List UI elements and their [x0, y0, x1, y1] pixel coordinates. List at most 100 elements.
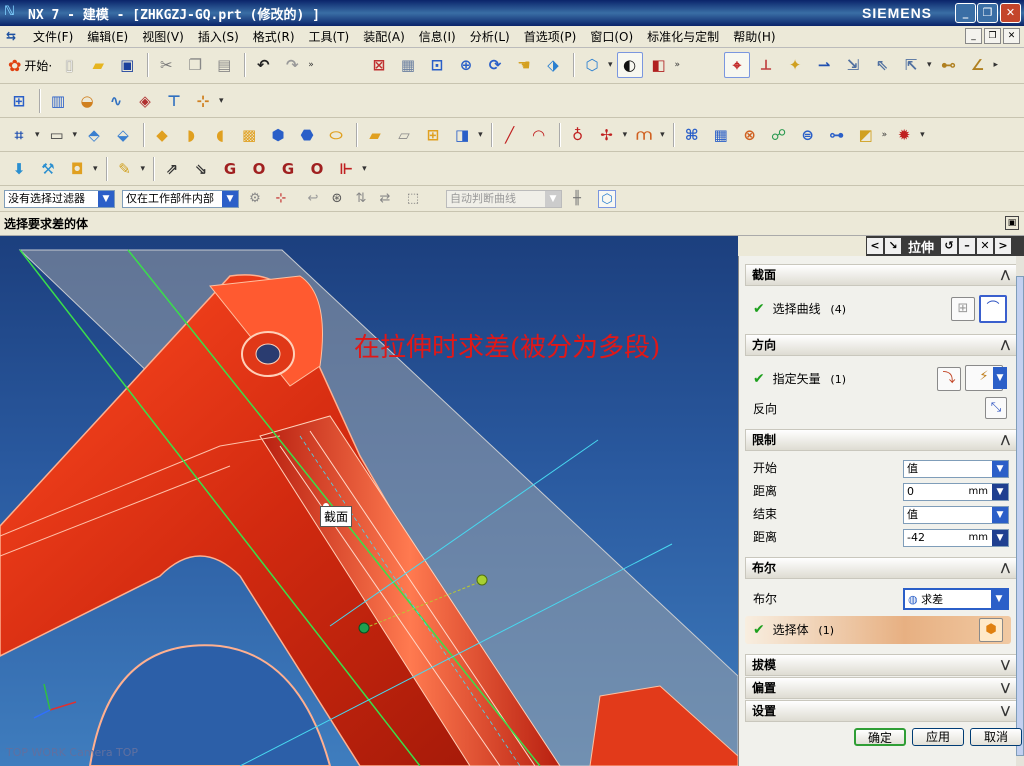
menu-window[interactable]: 窗口(O) — [583, 28, 640, 45]
bounded-plane-icon[interactable]: ☍ — [766, 122, 792, 148]
datum-csys-icon[interactable]: ⟂ — [753, 52, 779, 78]
end-distance-input[interactable]: -42 mm ▼ — [903, 529, 1009, 547]
line-icon[interactable]: ╱ — [497, 122, 523, 148]
dropdown-arrow-icon[interactable]: ▾ — [141, 164, 146, 174]
dialog-minimize-icon[interactable]: – — [959, 238, 976, 254]
menu-insert[interactable]: 插入(S) — [191, 28, 246, 45]
dialog-scrollbar[interactable] — [1016, 256, 1024, 766]
start-handle-icon[interactable] — [358, 622, 370, 634]
chamfer-icon[interactable]: ◖ — [207, 122, 233, 148]
book-icon[interactable]: ▥ — [45, 88, 71, 114]
limits-group-header[interactable]: 限制 ⋀ — [745, 429, 1017, 451]
through-curves-icon[interactable]: ⌘ — [679, 122, 705, 148]
rectangle-select-icon[interactable]: ⬚ — [404, 190, 422, 208]
settings-group-header[interactable]: 设置 ⋁ — [745, 700, 1017, 722]
mdi-minimize-button[interactable]: _ — [965, 28, 982, 44]
menu-preferences[interactable]: 首选项(P) — [517, 28, 584, 45]
pan-icon[interactable]: ☚ — [511, 52, 537, 78]
component-icon[interactable]: ⊹ — [190, 88, 216, 114]
move-face-icon[interactable]: ⇗ — [159, 156, 185, 182]
hammer-icon[interactable]: ⚒ — [35, 156, 61, 182]
select-feature-icon[interactable]: ⊛ — [328, 190, 346, 208]
select-curve-row[interactable]: ✔ 选择曲线 (4) — [745, 298, 1017, 320]
paste-icon[interactable]: ▤ — [211, 52, 237, 78]
toolbar-more-icon[interactable]: » — [675, 60, 681, 70]
arrow-icon[interactable]: ↘ — [885, 238, 901, 254]
edit-feature-icon[interactable]: ⬇ — [6, 156, 32, 182]
filter-settings-icon[interactable]: ⚙ — [246, 190, 264, 208]
pad-icon[interactable]: ▰ — [362, 122, 388, 148]
rotate-icon[interactable]: ⟳ — [482, 52, 508, 78]
mesh-surface-icon[interactable]: ▦ — [708, 122, 734, 148]
open-folder-icon[interactable]: ▰ — [85, 52, 111, 78]
menu-help[interactable]: 帮助(H) — [726, 28, 782, 45]
start-option-select[interactable]: 值 ▼ — [903, 460, 1009, 478]
replace-feature-icon[interactable]: ◘ — [64, 156, 90, 182]
zoom-area-icon[interactable]: ⊡ — [424, 52, 450, 78]
menu-edit[interactable]: 编辑(E) — [80, 28, 135, 45]
redo-icon[interactable]: ↷ — [279, 52, 305, 78]
dropdown-arrow-icon[interactable]: ▾ — [35, 130, 40, 140]
dropdown-arrow-icon[interactable]: ▾ — [219, 96, 224, 106]
dropdown-arrow-icon[interactable]: ▾ — [608, 60, 613, 70]
synchronous-os-icon[interactable]: O — [246, 156, 272, 182]
dropdown-arrow-icon[interactable]: ▾ — [920, 130, 925, 140]
revolve-icon[interactable]: ⬙ — [110, 122, 136, 148]
orient-view-icon[interactable]: ⬡ — [579, 52, 605, 78]
pointer-icon[interactable]: ⇖ — [869, 52, 895, 78]
select-face-icon[interactable]: ⇅ — [352, 190, 370, 208]
cancel-button[interactable]: 取消 — [970, 728, 1022, 746]
menu-analysis[interactable]: 分析(L) — [463, 28, 517, 45]
pattern-icon[interactable]: ⊞ — [420, 122, 446, 148]
minimize-button[interactable]: _ — [955, 3, 976, 23]
chevron-right-icon[interactable]: > — [995, 238, 1012, 254]
menu-file[interactable]: 文件(F) — [26, 28, 80, 45]
reset-icon[interactable]: ↺ — [941, 238, 958, 254]
restore-button[interactable]: ❐ — [977, 3, 998, 23]
extrude-icon[interactable]: ⬘ — [81, 122, 107, 148]
direction-group-header[interactable]: 方向 ⋀ — [745, 334, 1017, 356]
stop-at-intersection-icon[interactable]: ╫ — [568, 190, 586, 208]
toolbar-more-icon[interactable]: ▾ — [927, 60, 932, 70]
menu-format[interactable]: 格式(R) — [246, 28, 302, 45]
body-icon[interactable]: ⬢ — [979, 618, 1003, 642]
slot-icon[interactable]: ▱ — [391, 122, 417, 148]
start-distance-input[interactable]: 0 mm ▼ — [903, 483, 1009, 501]
chevron-down-icon[interactable]: ▼ — [993, 367, 1007, 389]
type-filter-select[interactable]: 没有选择过滤器 ▼ — [4, 190, 115, 208]
zoom-window-icon[interactable]: ▦ — [395, 52, 421, 78]
sketch-section-icon[interactable]: ⌒ — [979, 295, 1007, 323]
dialog-close-icon[interactable]: ✕ — [977, 238, 994, 254]
render-gear-icon[interactable]: ✹ — [891, 122, 917, 148]
close-button[interactable]: ✕ — [1000, 3, 1021, 23]
boolean-group-header[interactable]: 布尔 ⋀ — [745, 557, 1017, 579]
mirror-icon[interactable]: ◨ — [449, 122, 475, 148]
snap-point-icon[interactable]: ✦ — [782, 52, 808, 78]
shell-icon[interactable]: ▩ — [236, 122, 262, 148]
wcs-icon[interactable]: ⌖ — [724, 52, 750, 78]
perspective-icon[interactable]: ⬗ — [540, 52, 566, 78]
expand-icon[interactable]: ▣ — [1005, 216, 1019, 230]
menu-assembly[interactable]: 装配(A) — [356, 28, 412, 45]
snap-point-toggle-icon[interactable]: ⊹ — [272, 190, 290, 208]
display-mode-icon[interactable]: ◧ — [646, 52, 672, 78]
curve-rule-icon[interactable]: ⊞ — [951, 297, 975, 321]
scope-select[interactable]: 仅在工作部件内部 ▼ — [122, 190, 239, 208]
studio-spline-icon[interactable]: ♁ — [565, 122, 591, 148]
undo-icon[interactable]: ↶ — [250, 52, 276, 78]
subtract-icon[interactable]: ⬣ — [294, 122, 320, 148]
measure-distance-icon[interactable]: ⊷ — [936, 52, 962, 78]
sew-icon[interactable]: ⊶ — [824, 122, 850, 148]
zoom-icon[interactable]: ⊕ — [453, 52, 479, 78]
point-icon[interactable]: ✢ — [594, 122, 620, 148]
assembly-nav-icon[interactable]: ⊞ — [6, 88, 32, 114]
edge-blend-icon[interactable]: ◗ — [178, 122, 204, 148]
dimension-icon[interactable]: ⊩ — [333, 156, 359, 182]
pull-face-icon[interactable]: ⇘ — [188, 156, 214, 182]
menu-view[interactable]: 视图(V) — [135, 28, 191, 45]
synchronous-oh-icon[interactable]: O — [304, 156, 330, 182]
new-file-icon[interactable]: ▯ — [56, 52, 82, 78]
dropdown-arrow-icon[interactable]: ▾ — [362, 164, 367, 174]
dropdown-arrow-icon[interactable]: ▾ — [73, 130, 78, 140]
quick-pick-icon[interactable]: ⇀ — [811, 52, 837, 78]
